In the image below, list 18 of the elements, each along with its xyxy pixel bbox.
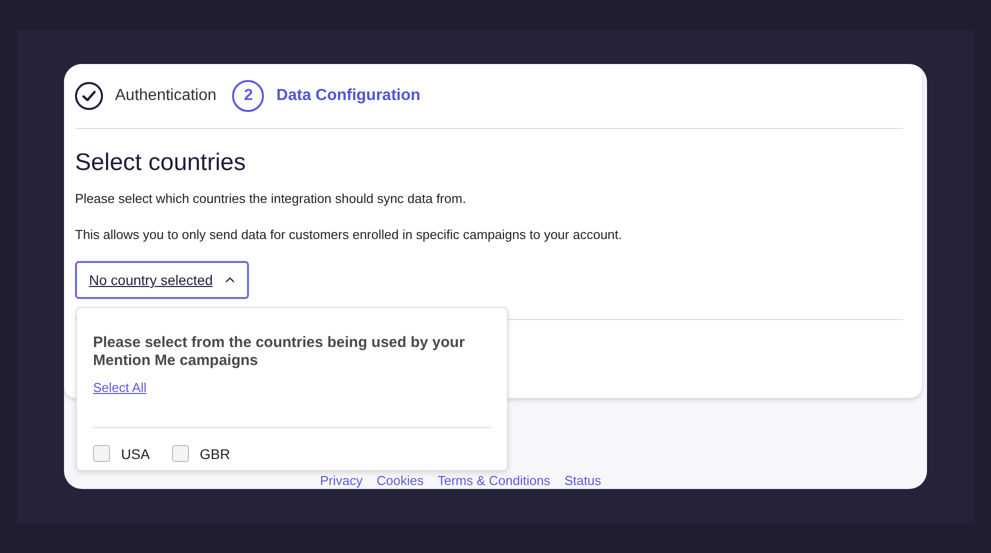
checkbox[interactable] bbox=[172, 445, 189, 462]
checkbox[interactable] bbox=[93, 445, 110, 462]
footer-link[interactable]: Terms & Conditions bbox=[438, 473, 550, 488]
description-text: This allows you to only send data for customers enrolled in specific campaigns to your account. bbox=[75, 227, 623, 243]
dropdown-prompt: Please select from the countries being used by your Mention Me campaigns bbox=[93, 334, 466, 370]
footer-link[interactable]: Privacy bbox=[320, 473, 363, 488]
step-number: 2 bbox=[232, 80, 264, 112]
step-label: Data Configuration bbox=[276, 87, 420, 105]
footer-link[interactable]: Status bbox=[564, 473, 602, 488]
caret-icon bbox=[224, 277, 235, 283]
footer-link[interactable]: Cookies bbox=[376, 473, 424, 488]
checkbox-label: GBR bbox=[200, 446, 230, 462]
checkbox-label: USA bbox=[121, 446, 150, 462]
country-dropdown[interactable]: No country selected bbox=[75, 261, 249, 299]
select-all-link[interactable]: Select All bbox=[93, 380, 146, 395]
step-label: Authentication bbox=[115, 87, 216, 105]
description-text: Please select which countries the integration should sync data from. bbox=[75, 191, 467, 207]
page-heading: Select countries bbox=[75, 149, 247, 177]
